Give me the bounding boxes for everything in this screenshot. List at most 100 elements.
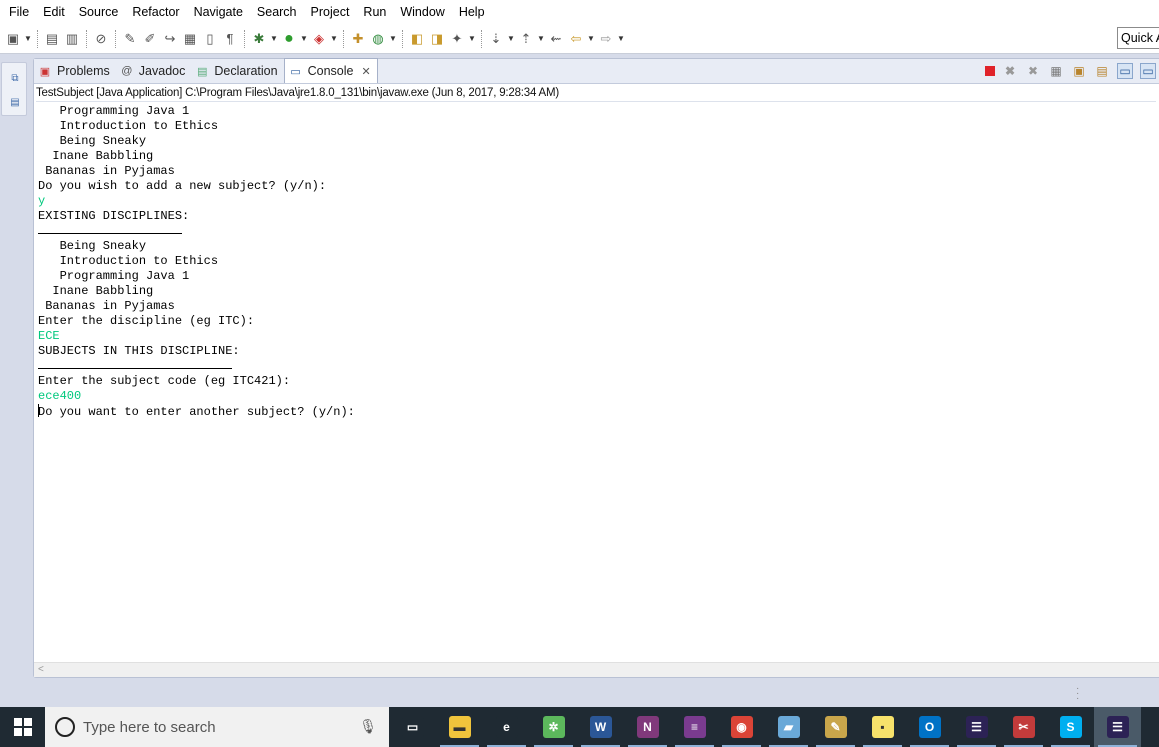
taskbar-app[interactable]: ▭	[389, 707, 436, 747]
taskbar-app[interactable]: ▰	[765, 707, 812, 747]
search-icon[interactable]: ✦	[448, 30, 466, 48]
run-icon[interactable]: ●	[280, 30, 298, 48]
taskbar-app[interactable]: ◉	[718, 707, 765, 747]
back-icon[interactable]: ⇦	[567, 30, 585, 48]
chevron-down-icon[interactable]: ▼	[537, 30, 545, 48]
scroll-left-icon[interactable]: <	[38, 664, 44, 675]
close-icon[interactable]: ✕	[361, 65, 370, 78]
new-file-icon[interactable]: ▣	[4, 30, 22, 48]
save-icon[interactable]: ▤	[43, 30, 61, 48]
taskbar-app[interactable]: S	[1047, 707, 1094, 747]
menu-run[interactable]: Run	[356, 0, 393, 24]
terminate-icon[interactable]	[985, 66, 995, 76]
chevron-down-icon[interactable]: ▼	[587, 30, 595, 48]
declaration-icon: ▤	[197, 65, 208, 78]
chevron-down-icon[interactable]: ▼	[617, 30, 625, 48]
paragraph-icon[interactable]: ¶	[221, 30, 239, 48]
word-wrap-icon[interactable]: ▤	[1094, 63, 1110, 79]
tab-label: Declaration	[214, 64, 278, 78]
chevron-down-icon[interactable]: ▼	[24, 30, 32, 48]
open-task-icon[interactable]: ◨	[428, 30, 446, 48]
word-icon: W	[589, 716, 612, 738]
menu-search[interactable]: Search	[250, 0, 304, 24]
chevron-down-icon[interactable]: ▼	[330, 30, 338, 48]
save-all-icon[interactable]: ▥	[63, 30, 81, 48]
forward-icon[interactable]: ⇨	[597, 30, 615, 48]
menu-project[interactable]: Project	[304, 0, 357, 24]
chevron-down-icon[interactable]: ▼	[389, 30, 397, 48]
console-output-line: Do you wish to add a new subject? (y/n):	[38, 179, 327, 193]
show-whitespace-icon[interactable]: ▯	[201, 30, 219, 48]
taskbar-app[interactable]: e	[483, 707, 530, 747]
console-output-line: EXISTING DISCIPLINES:	[38, 209, 190, 223]
microphone-icon[interactable]: 🎙	[359, 718, 377, 735]
console-output[interactable]: Programming Java 1 Introduction to Ethic…	[38, 104, 1148, 659]
taskbar-app[interactable]: ✲	[530, 707, 577, 747]
restore-icon[interactable]: ⧉	[9, 73, 21, 85]
menu-help[interactable]: Help	[452, 0, 492, 24]
pin-console-icon[interactable]: ▭	[1117, 63, 1133, 79]
taskbar-app[interactable]: ≡	[671, 707, 718, 747]
taskbar-app[interactable]: W	[577, 707, 624, 747]
chevron-down-icon[interactable]: ▼	[300, 30, 308, 48]
console-user-input: y	[38, 194, 46, 208]
menu-refactor[interactable]: Refactor	[125, 0, 186, 24]
remove-launch-icon[interactable]: ✖	[1002, 63, 1018, 79]
tab-label: Problems	[57, 64, 110, 78]
taskbar-app[interactable]: N	[624, 707, 671, 747]
tab-javadoc[interactable]: @ Javadoc	[116, 59, 192, 83]
step-icon[interactable]: ↪	[161, 30, 179, 48]
next-annotation-icon[interactable]: ⇣	[487, 30, 505, 48]
taskbar-app[interactable]: ☰	[953, 707, 1000, 747]
toggle-mark-icon[interactable]: ✎	[121, 30, 139, 48]
chevron-down-icon[interactable]: ▼	[507, 30, 515, 48]
previous-annotation-icon[interactable]: ⇡	[517, 30, 535, 48]
open-type-icon[interactable]: ◧	[408, 30, 426, 48]
taskbar-app[interactable]: ✂	[1000, 707, 1047, 747]
skip-breakpoints-icon[interactable]: ⊘	[92, 30, 110, 48]
debug-icon[interactable]: ✱	[250, 30, 268, 48]
console-output-line: Enter the discipline (eg ITC):	[38, 314, 255, 328]
tab-console[interactable]: ▭ Console ✕	[283, 58, 378, 83]
onenote-icon: N	[636, 716, 659, 738]
tab-problems[interactable]: ▣ Problems	[34, 59, 116, 83]
menu-edit[interactable]: Edit	[36, 0, 72, 24]
eclipse-icon: ☰	[965, 716, 988, 738]
package-explorer-icon[interactable]: ▤	[9, 97, 21, 109]
menu-window[interactable]: Window	[393, 0, 451, 24]
tab-declaration[interactable]: ▤ Declaration	[191, 59, 283, 83]
block-icon[interactable]: ▦	[181, 30, 199, 48]
menu-navigate[interactable]: Navigate	[187, 0, 250, 24]
taskbar-app[interactable]: ✎	[812, 707, 859, 747]
chevron-down-icon[interactable]: ▼	[270, 30, 278, 48]
taskbar-app[interactable]: ▪	[859, 707, 906, 747]
separator-underline	[38, 233, 182, 234]
pencil-icon[interactable]: ✐	[141, 30, 159, 48]
start-button[interactable]	[0, 707, 45, 747]
quick-access-field[interactable]: Quick A	[1117, 27, 1159, 49]
chevron-down-icon[interactable]: ▼	[468, 30, 476, 48]
new-java-project-icon[interactable]: ✚	[349, 30, 367, 48]
last-edit-icon[interactable]: ⇜	[547, 30, 565, 48]
winrar-icon: ≡	[683, 716, 706, 738]
taskbar-app[interactable]: O	[906, 707, 953, 747]
horizontal-scrollbar[interactable]: <	[34, 662, 1159, 677]
problems-icon: ▣	[39, 65, 51, 78]
taskbar-app[interactable]: ▬	[436, 707, 483, 747]
console-line-text: Do you want to enter another subject? (y…	[38, 405, 355, 419]
display-console-icon[interactable]: ▭	[1140, 63, 1156, 79]
menu-bar: File Edit Source Refactor Navigate Search Proj…	[0, 0, 1159, 24]
menu-source[interactable]: Source	[72, 0, 126, 24]
new-class-icon[interactable]: ◍	[369, 30, 387, 48]
clear-console-icon[interactable]: ▦	[1048, 63, 1064, 79]
toolbar-separator	[86, 29, 87, 48]
taskbar-search-box[interactable]: Type here to search 🎙	[45, 707, 389, 747]
outlook-icon: O	[918, 716, 941, 738]
remove-all-terminated-icon[interactable]: ✖	[1025, 63, 1041, 79]
taskbar-app[interactable]: ☰	[1094, 707, 1141, 747]
search-placeholder: Type here to search	[83, 718, 216, 736]
console-separator-line	[38, 359, 1148, 374]
scroll-lock-icon[interactable]: ▣	[1071, 63, 1087, 79]
menu-file[interactable]: File	[2, 0, 36, 24]
external-tools-icon[interactable]: ◈	[310, 30, 328, 48]
